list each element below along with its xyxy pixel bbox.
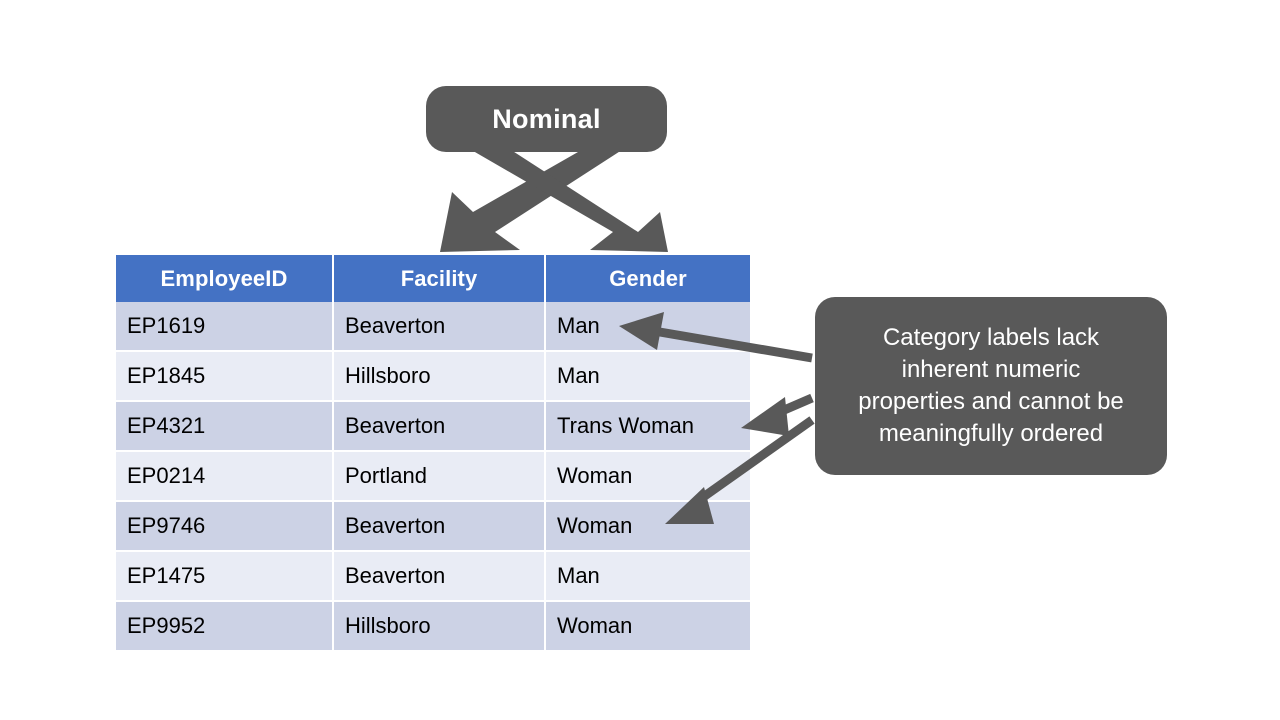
cell-employeeid: EP1475 bbox=[116, 551, 334, 602]
explanation-line-3: properties and cannot be bbox=[858, 388, 1124, 415]
table-row: EP1619 Beaverton Man bbox=[116, 302, 750, 352]
column-header-facility[interactable]: Facility bbox=[333, 255, 546, 302]
cell-employeeid: EP1619 bbox=[116, 302, 334, 352]
cell-employeeid: EP0214 bbox=[116, 451, 334, 502]
explanation-line-4: meaningfully ordered bbox=[878, 419, 1104, 447]
arrow-explain-to-trans-woman bbox=[741, 393, 814, 436]
cell-gender: Woman bbox=[545, 501, 750, 552]
table-row: EP0214 Portland Woman bbox=[116, 451, 750, 502]
cell-facility: Beaverton bbox=[333, 401, 546, 452]
cell-employeeid: EP9952 bbox=[116, 601, 334, 650]
nominal-callout[interactable]: Nominal bbox=[426, 86, 667, 152]
slide-canvas: EmployeeID Facility Gender EP1619 Beaver… bbox=[0, 0, 1280, 720]
explanation-callout-text: Category labels lack inherent numeric pr… bbox=[858, 322, 1124, 450]
cell-employeeid: EP4321 bbox=[116, 401, 334, 452]
table-row: EP4321 Beaverton Trans Woman bbox=[116, 401, 750, 452]
table-row: EP9952 Hillsboro Woman bbox=[116, 601, 750, 650]
table-row: EP1475 Beaverton Man bbox=[116, 551, 750, 602]
cell-facility: Beaverton bbox=[333, 551, 546, 602]
cell-gender: Woman bbox=[545, 601, 750, 650]
column-header-employeeid[interactable]: EmployeeID bbox=[116, 255, 334, 302]
cell-employeeid: EP1845 bbox=[116, 351, 334, 402]
cell-gender: Man bbox=[545, 551, 750, 602]
explanation-callout[interactable]: Category labels lack inherent numeric pr… bbox=[815, 297, 1167, 475]
cell-gender: Man bbox=[545, 351, 750, 402]
cell-facility: Portland bbox=[333, 451, 546, 502]
arrow-nominal-to-gender bbox=[468, 148, 668, 252]
arrow-nominal-to-employeeid bbox=[440, 148, 625, 252]
nominal-callout-label: Nominal bbox=[492, 103, 601, 134]
table-row: EP1845 Hillsboro Man bbox=[116, 351, 750, 402]
table-row: EP9746 Beaverton Woman bbox=[116, 501, 750, 552]
cell-employeeid: EP9746 bbox=[116, 501, 334, 552]
cell-facility: Hillsboro bbox=[333, 351, 546, 402]
cell-gender: Trans Woman bbox=[545, 401, 750, 452]
cell-facility: Beaverton bbox=[333, 501, 546, 552]
employee-table: EmployeeID Facility Gender EP1619 Beaver… bbox=[116, 255, 750, 650]
cell-facility: Hillsboro bbox=[333, 601, 546, 650]
cell-gender: Woman bbox=[545, 451, 750, 502]
cell-facility: Beaverton bbox=[333, 302, 546, 352]
cell-gender: Man bbox=[545, 302, 750, 352]
explanation-line-1: Category labels lack bbox=[882, 324, 1100, 352]
explanation-line-2: inherent numeric bbox=[901, 356, 1081, 384]
table-header-row: EmployeeID Facility Gender bbox=[116, 255, 750, 302]
column-header-gender[interactable]: Gender bbox=[545, 255, 750, 302]
